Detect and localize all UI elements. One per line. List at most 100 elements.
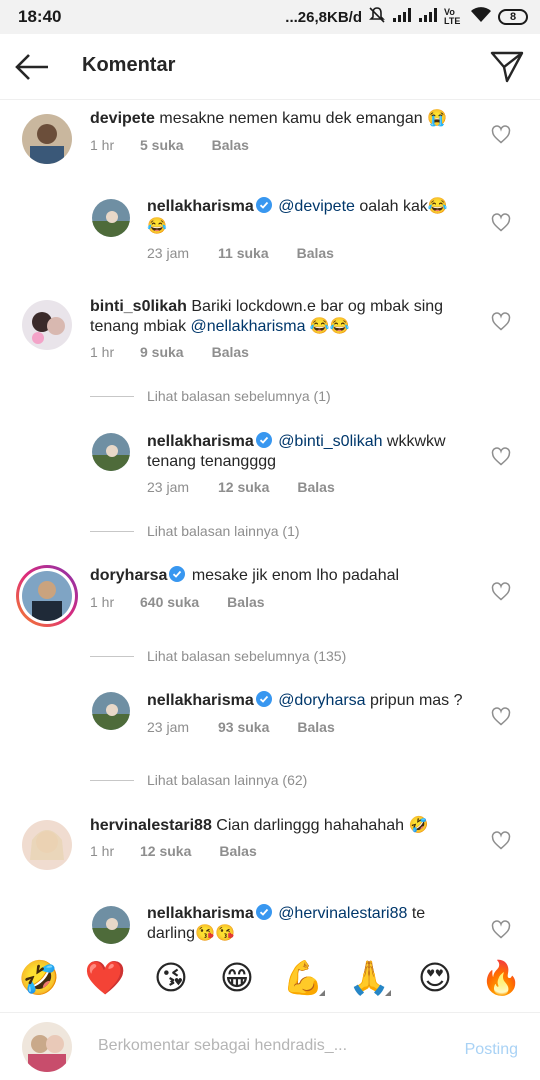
signal-icon [392,7,412,27]
emoji-quick-bar: 🤣 ❤️ 😘 😁 💪 🙏 😍 🔥 [0,950,540,1006]
reply-button[interactable]: Balas [219,843,256,859]
comment-likes[interactable]: 12 suka [218,479,269,495]
post-button[interactable]: Posting [465,1041,518,1059]
comment-likes[interactable]: 640 suka [140,594,199,610]
view-replies-label: Lihat balasan lainnya (1) [147,523,300,539]
view-previous-replies[interactable]: Lihat balasan sebelumnya (1) [90,386,331,406]
comment-likes[interactable]: 93 suka [218,719,269,735]
comment-text: doryharsa mesake jik enom lho padahal [90,566,460,586]
verified-badge-icon [255,197,272,213]
avatar[interactable] [92,199,130,237]
reply-button[interactable]: Balas [297,719,334,735]
verified-badge-icon [255,432,272,448]
divider-line [90,655,134,657]
heart-icon[interactable] [491,447,511,467]
heart-icon[interactable] [491,213,511,233]
avatar[interactable] [92,692,130,730]
emoji-muscle[interactable]: 💪 [277,958,329,998]
comment-likes[interactable]: 11 suka [218,245,269,261]
divider-line [90,779,134,781]
emoji-heart[interactable]: ❤️ [79,958,131,998]
view-replies-label: Lihat balasan sebelumnya (135) [147,648,347,664]
comment-username[interactable]: hervinalestari88 [90,817,212,834]
mention-link[interactable]: @binti_s0likah [278,433,382,450]
reply-button[interactable]: Balas [297,245,334,261]
comment-time: 1 hr [90,137,115,153]
comment-input[interactable]: Berkomentar sebagai hendradis_... [98,1037,347,1055]
comment-likes[interactable]: 5 suka [140,137,184,153]
emoji-grin[interactable]: 😁 [211,958,263,998]
header: Komentar [0,34,540,100]
mute-icon [368,6,386,28]
verified-badge-icon [255,904,272,920]
comment-meta: 1 hr 9 suka Balas [90,344,249,360]
comment-time: 23 jam [147,245,190,261]
comment-time: 23 jam [147,479,190,495]
verified-badge-icon [255,691,272,707]
reply-text: nellakharisma @hervinalestari88 te darli… [147,904,457,944]
avatar[interactable] [22,114,72,164]
heart-icon[interactable] [491,707,511,727]
mention-link[interactable]: @doryharsa [278,692,365,709]
reply-button[interactable]: Balas [227,594,264,610]
heart-icon[interactable] [491,920,511,940]
comment-text: hervinalestari88 Cian darlinggg hahahaha… [90,816,460,836]
view-replies-label: Lihat balasan lainnya (62) [147,772,308,788]
direct-send-icon[interactable] [490,50,524,84]
reply-button[interactable]: Balas [297,479,334,495]
signal-icon-2 [418,7,438,27]
status-bar: 18:40 ...26,8KB/d Vo LTE 8 [0,0,540,34]
emoji-fire[interactable]: 🔥 [475,958,527,998]
heart-icon[interactable] [491,582,511,602]
view-more-replies[interactable]: Lihat balasan lainnya (1) [90,521,300,541]
emoji-kiss[interactable]: 😘 [145,958,197,998]
avatar[interactable] [22,571,72,621]
emoji-pray[interactable]: 🙏 [343,958,395,998]
comment-time: 1 hr [90,594,115,610]
view-more-replies[interactable]: Lihat balasan lainnya (62) [90,770,307,790]
comment-username[interactable]: nellakharisma [147,198,254,215]
comment-meta: 23 jam 11 suka Balas [147,245,334,261]
wifi-icon [470,6,492,28]
divider-line [90,530,134,532]
avatar[interactable] [22,300,72,350]
comment-username[interactable]: nellakharisma [147,905,254,922]
comment-body: mesakne nemen kamu dek emangan 😭 [159,110,448,127]
comment-time: 1 hr [90,843,115,859]
mention-link[interactable]: @hervinalestari88 [278,905,407,922]
battery-icon: 8 [498,9,528,25]
mention-link[interactable]: @devipete [278,198,355,215]
page-title: Komentar [82,54,176,76]
avatar[interactable] [92,906,130,944]
back-arrow-icon[interactable] [14,51,50,83]
status-time: 18:40 [18,7,62,26]
divider-line [90,395,134,397]
heart-icon[interactable] [491,125,511,145]
reply-button[interactable]: Balas [212,344,249,360]
comment-username[interactable]: binti_s0likah [90,298,187,315]
comment-username[interactable]: nellakharisma [147,433,254,450]
comment-meta: 23 jam 12 suka Balas [147,479,335,495]
heart-icon[interactable] [491,831,511,851]
heart-icon[interactable] [491,312,511,332]
avatar[interactable] [22,820,72,870]
comment-meta: 1 hr 5 suka Balas [90,137,249,153]
comment-username[interactable]: nellakharisma [147,692,254,709]
comment-meta: 1 hr 12 suka Balas [90,843,257,859]
network-speed: ...26,8KB/d [285,8,362,26]
view-previous-replies[interactable]: Lihat balasan sebelumnya (135) [90,646,346,666]
comment-body: pripun mas ? [365,692,463,709]
avatar[interactable] [92,433,130,471]
comment-body-end: 😂😂 [305,318,350,335]
reply-text: nellakharisma @binti_s0likah wkkwkw tena… [147,432,467,472]
emoji-heart-eyes[interactable]: 😍 [409,958,461,998]
avatar [22,1022,72,1072]
mention-link[interactable]: @nellakharisma [191,318,306,335]
comment-likes[interactable]: 9 suka [140,344,184,360]
reply-button[interactable]: Balas [212,137,249,153]
emoji-rofl[interactable]: 🤣 [13,958,65,998]
comment-likes[interactable]: 12 suka [140,843,191,859]
status-icons: ...26,8KB/d Vo LTE 8 [285,6,528,28]
comment-username[interactable]: devipete [90,110,155,127]
comment-username[interactable]: doryharsa [90,567,167,584]
